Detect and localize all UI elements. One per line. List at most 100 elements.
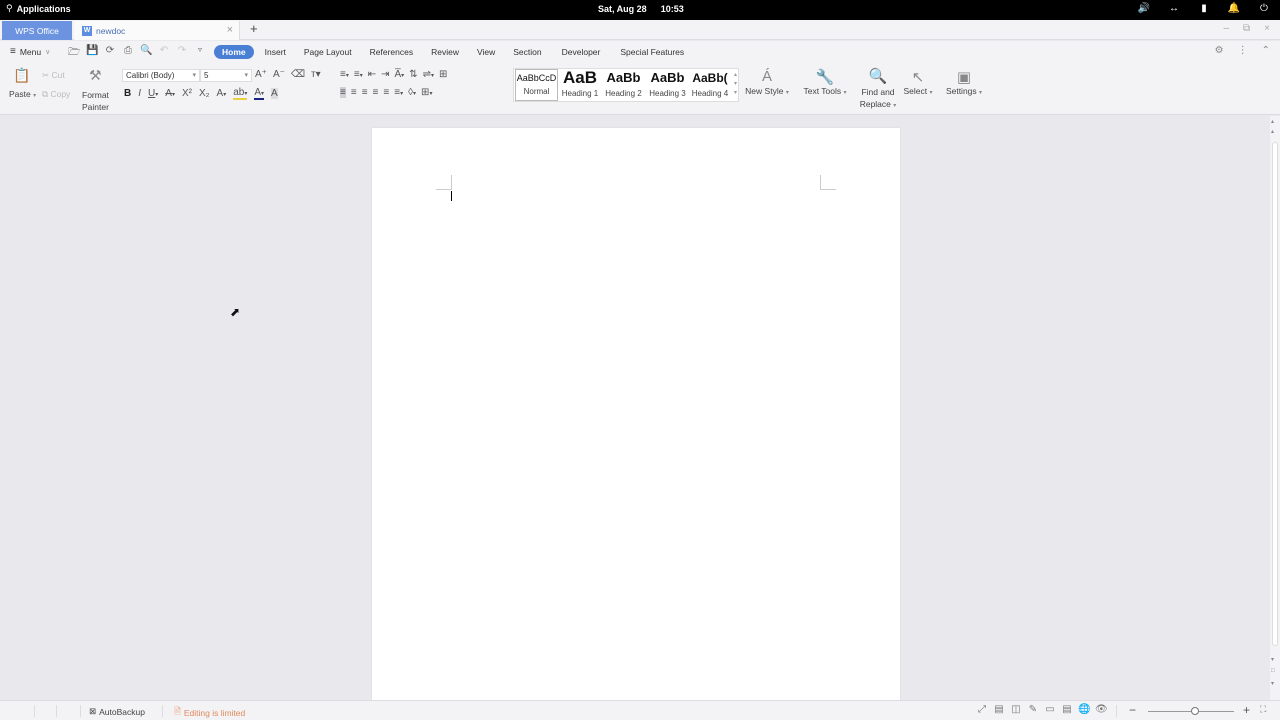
shading-icon[interactable]: ◊▾	[408, 87, 416, 98]
align-right-icon[interactable]: ≡	[362, 87, 368, 98]
styles-scroll[interactable]: ▴ ▾ ▾	[734, 71, 737, 98]
reading-layout-icon[interactable]: ◫	[1010, 704, 1022, 715]
save-icon[interactable]: 💾	[86, 45, 98, 62]
strikethrough-icon[interactable]: A▾	[165, 88, 175, 99]
format-painter-button[interactable]: Format Painter	[82, 89, 109, 113]
applications-menu[interactable]: ⚲ Applications	[6, 3, 71, 14]
outline-icon[interactable]: ▤	[1061, 704, 1073, 715]
prev-page-icon[interactable]: ▾	[1271, 656, 1274, 663]
vertical-scrollbar[interactable]: ▴ ▴ ▾ □ ▾	[1270, 116, 1280, 700]
minimize-icon[interactable]: –	[1223, 23, 1229, 34]
pen-icon[interactable]: ✎	[1027, 704, 1039, 715]
justify-icon[interactable]: ≡	[373, 87, 379, 98]
print-preview-icon[interactable]: 🔍	[140, 45, 152, 62]
text-effects-icon[interactable]: A▾	[217, 88, 227, 99]
battery-icon[interactable]: ▮	[1196, 3, 1212, 14]
font-name-select[interactable]: Calibri (Body) ▾	[122, 69, 200, 82]
tab-references[interactable]: References	[363, 45, 420, 59]
clock[interactable]: Sat, Aug 28 10:53	[598, 4, 684, 14]
customize-icon[interactable]: ▿	[194, 45, 206, 62]
subscript-icon[interactable]: X₂	[199, 88, 210, 99]
cut-button[interactable]: ✂ Cut	[42, 70, 65, 81]
scroll-up-icon[interactable]: ▴	[1271, 118, 1274, 125]
shrink-font-icon[interactable]: A⁻	[273, 69, 285, 80]
style-heading-1[interactable]: AaB Heading 1	[559, 69, 601, 101]
paste-icon[interactable]: 📋	[13, 67, 30, 84]
autobackup-button[interactable]: ⊠ AutoBackup	[89, 706, 145, 717]
character-shading-icon[interactable]: A	[271, 88, 278, 99]
select-browse-icon[interactable]: □	[1271, 668, 1275, 674]
document-canvas[interactable]	[0, 116, 1270, 708]
align-center-icon[interactable]: ≡	[351, 87, 357, 98]
tab-insert[interactable]: Insert	[258, 45, 293, 59]
print-icon[interactable]: ⎙	[122, 45, 134, 62]
highlight-icon[interactable]: ab▾	[233, 87, 248, 100]
globe-icon[interactable]: 🌐	[1078, 704, 1090, 715]
tab-review[interactable]: Review	[424, 45, 466, 59]
tab-page-layout[interactable]: Page Layout	[297, 45, 359, 59]
italic-icon[interactable]: I	[138, 88, 141, 99]
network-icon[interactable]: ↔	[1166, 3, 1182, 14]
select-button[interactable]: ↖ Select ▾	[900, 68, 936, 96]
find-replace-button[interactable]: 🔍 Find and Replace ▾	[856, 68, 900, 112]
fullscreen-icon[interactable]: ⤢	[976, 704, 988, 715]
document-page[interactable]	[372, 128, 900, 708]
document-tab[interactable]: W newdoc ×	[74, 21, 240, 40]
tab-home[interactable]: Home	[214, 45, 254, 59]
underline-icon[interactable]: U▾	[148, 88, 158, 99]
main-menu-button[interactable]: ≡ Menu ∨	[10, 46, 50, 57]
zoom-slider[interactable]	[1148, 707, 1234, 715]
zoom-out-button[interactable]: −	[1129, 703, 1136, 717]
export-icon[interactable]: ⟳	[104, 45, 116, 62]
restore-icon[interactable]: ⧉	[1243, 23, 1250, 34]
bold-icon[interactable]: B	[124, 88, 131, 99]
volume-icon[interactable]: 🔊	[1136, 3, 1152, 14]
line-spacing-icon[interactable]: ≡▾	[394, 87, 403, 98]
grow-font-icon[interactable]: A⁺	[255, 69, 267, 80]
more-options-icon[interactable]: ⋮	[1238, 45, 1248, 56]
scrollbar-thumb[interactable]	[1272, 142, 1278, 646]
notification-bell-icon[interactable]: 🔔	[1226, 3, 1242, 14]
zoom-slider-knob[interactable]	[1191, 707, 1200, 715]
increase-indent-icon[interactable]: ⇥	[381, 69, 389, 80]
page-view-icon[interactable]: ▤	[993, 704, 1005, 715]
gear-icon[interactable]: ⚙	[1215, 45, 1224, 56]
wps-office-tab[interactable]: WPS Office	[2, 21, 72, 40]
redo-icon[interactable]: ↷	[176, 45, 188, 62]
font-color-icon[interactable]: A▾	[254, 87, 265, 100]
show-marks-icon[interactable]: ⇌▾	[423, 69, 434, 80]
bullets-icon[interactable]: ≡▾	[340, 69, 349, 80]
fit-page-icon[interactable]: ⛶	[1260, 704, 1266, 715]
close-window-icon[interactable]: ×	[1264, 23, 1270, 34]
scroll-top-icon[interactable]: ▴	[1271, 128, 1274, 135]
eye-protection-icon[interactable]: 👁	[1095, 704, 1108, 715]
style-heading-4[interactable]: AaBb( Heading 4	[689, 69, 731, 101]
collapse-ribbon-icon[interactable]: ⌃	[1262, 45, 1270, 56]
next-page-icon[interactable]: ▾	[1271, 680, 1274, 687]
phonetic-guide-icon[interactable]: ᴛ▾	[311, 69, 321, 80]
sort-icon[interactable]: ⇅	[409, 69, 417, 80]
open-icon[interactable]: 🗁	[68, 45, 80, 62]
style-heading-3[interactable]: AaBb Heading 3	[646, 69, 689, 101]
web-layout-icon[interactable]: ▭	[1044, 704, 1056, 715]
char-spacing-icon[interactable]: A̅▾	[395, 69, 405, 80]
tab-section[interactable]: Section	[506, 45, 548, 59]
paste-button[interactable]: Paste ▾	[9, 89, 36, 99]
zoom-in-button[interactable]: +	[1243, 703, 1250, 717]
table-icon[interactable]: ⊞	[439, 69, 447, 80]
font-size-select[interactable]: 5 ▾	[200, 69, 252, 82]
undo-icon[interactable]: ↶	[158, 45, 170, 62]
numbering-icon[interactable]: ≡▾	[354, 69, 363, 80]
new-tab-button[interactable]: +	[250, 21, 258, 36]
clear-format-icon[interactable]: ⌫	[291, 69, 305, 80]
text-tools-button[interactable]: 🔧 Text Tools ▾	[800, 68, 850, 96]
style-heading-2[interactable]: AaBb Heading 2	[602, 69, 645, 101]
distributed-icon[interactable]: ≡	[383, 87, 389, 98]
new-style-button[interactable]: Á New Style ▾	[744, 68, 790, 96]
borders-icon[interactable]: ⊞▾	[421, 87, 432, 98]
editing-limited-status[interactable]: 🗎 Editing is limited	[174, 706, 245, 720]
tab-special-features[interactable]: Special Features	[613, 45, 691, 59]
tab-view[interactable]: View	[470, 45, 502, 59]
close-icon[interactable]: ×	[227, 24, 233, 36]
superscript-icon[interactable]: X²	[182, 88, 192, 99]
